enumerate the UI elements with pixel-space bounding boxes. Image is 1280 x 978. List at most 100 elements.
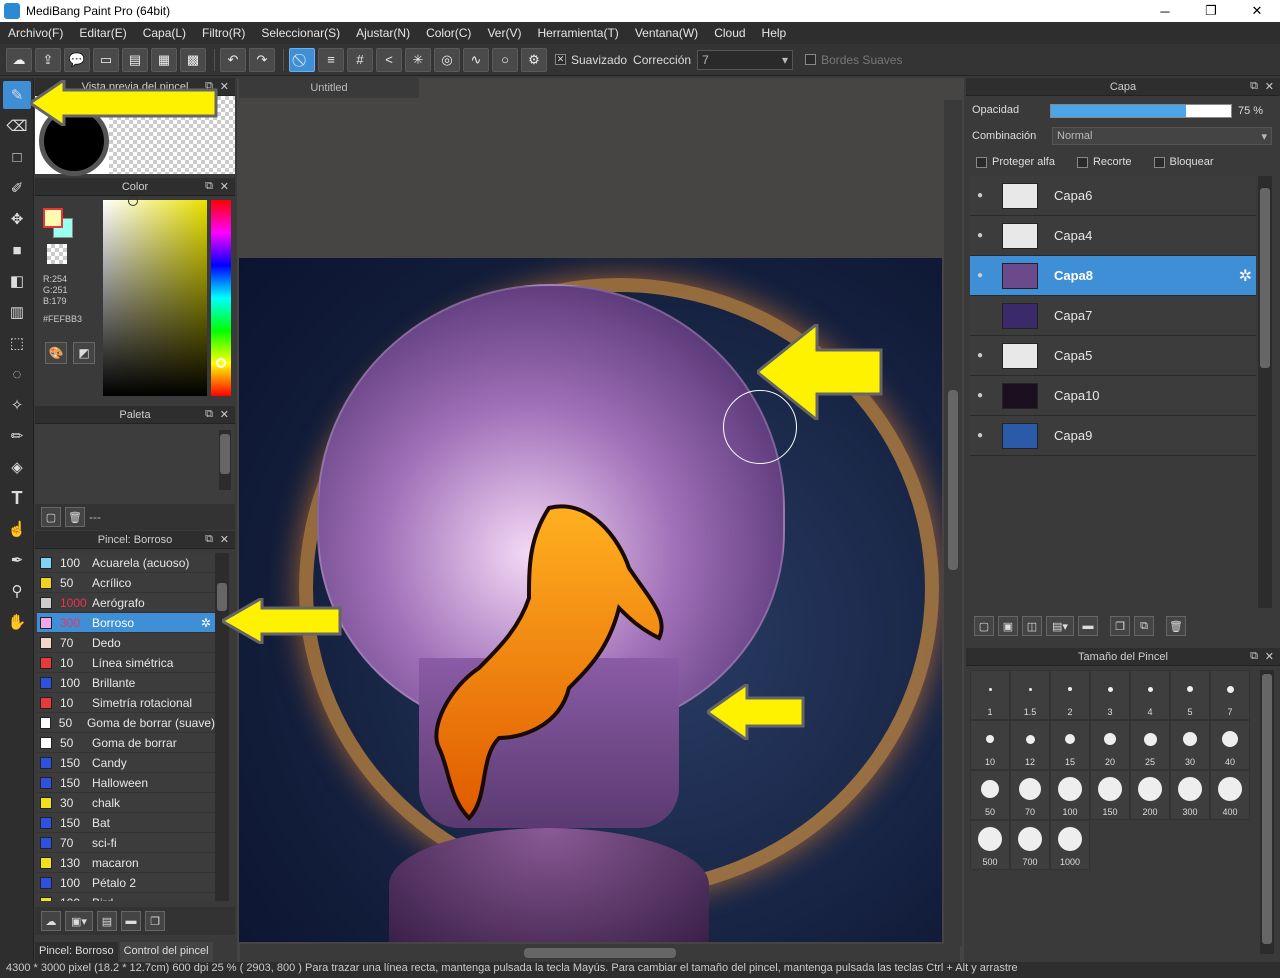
- brush-item[interactable]: 10 Línea simétrica: [37, 653, 215, 673]
- brush-item[interactable]: 50 Goma de borrar: [37, 733, 215, 753]
- menu-color[interactable]: Color(C): [418, 26, 479, 40]
- brush-size-cell[interactable]: 40: [1210, 720, 1250, 770]
- brush-folder-icon[interactable]: ▬: [121, 911, 141, 931]
- brush-item[interactable]: 50 Goma de borrar (suave): [37, 713, 215, 733]
- delete-palette-icon[interactable]: 🗑: [65, 507, 85, 527]
- brush-size-cell[interactable]: 70: [1010, 770, 1050, 820]
- opacity-slider[interactable]: [1050, 104, 1232, 118]
- visibility-icon[interactable]: ●: [970, 230, 990, 241]
- eraser-tool-icon[interactable]: ⌫: [3, 112, 31, 140]
- foreground-color-swatch[interactable]: [43, 208, 63, 228]
- fill-rect-tool-icon[interactable]: ■: [3, 236, 31, 264]
- bucket-tool-icon[interactable]: ◧: [3, 267, 31, 295]
- clip-checkbox[interactable]: Recorte: [1076, 156, 1132, 168]
- brush-size-scrollbar[interactable]: [1260, 670, 1274, 954]
- brush-size-cell[interactable]: 10: [970, 720, 1010, 770]
- transparent-swatch[interactable]: [47, 244, 67, 264]
- duplicate-brush-icon[interactable]: ❐: [145, 911, 165, 931]
- visibility-icon[interactable]: ●: [970, 390, 990, 401]
- magic-wand-tool-icon[interactable]: ✧: [3, 391, 31, 419]
- select-pen-tool-icon[interactable]: ✏: [3, 422, 31, 450]
- merge-layer-icon[interactable]: ⧉: [1134, 616, 1154, 636]
- restore-button[interactable]: ❐: [1188, 3, 1234, 19]
- gear-icon[interactable]: ✲: [1239, 266, 1252, 286]
- canvas-hscroll[interactable]: [240, 944, 960, 962]
- select-rect-tool-icon[interactable]: ⬚: [3, 329, 31, 357]
- float-icon[interactable]: ⧉: [1250, 650, 1258, 663]
- close-icon[interactable]: ✕: [220, 180, 229, 193]
- brush-item[interactable]: 300 Borroso ✲: [37, 613, 215, 633]
- protect-alpha-checkbox[interactable]: Proteger alfa: [976, 156, 1055, 168]
- menu-cloud[interactable]: Cloud: [706, 26, 753, 40]
- brush-item[interactable]: 130 macaron: [37, 853, 215, 873]
- palette-scroll-thumb[interactable]: [220, 434, 230, 474]
- palette-swatches-area[interactable]: [35, 424, 235, 504]
- brush-item[interactable]: 1000 Aerógrafo: [37, 593, 215, 613]
- saturation-value-field[interactable]: [103, 200, 207, 396]
- brush-size-cell[interactable]: 100: [1050, 770, 1090, 820]
- color-picker-icon[interactable]: ◩: [73, 342, 95, 364]
- canvas-vscroll-thumb[interactable]: [948, 390, 958, 570]
- move-tool-icon[interactable]: ✥: [3, 205, 31, 233]
- tab-brush[interactable]: Pincel: Borroso: [35, 942, 118, 962]
- palette-wheel-icon[interactable]: 🎨: [45, 342, 67, 364]
- brush-item[interactable]: 100 Acuarela (acuoso): [37, 553, 215, 573]
- layer-scroll-thumb[interactable]: [1260, 188, 1270, 368]
- brush-size-scroll-thumb[interactable]: [1262, 674, 1272, 944]
- brush-size-cell[interactable]: 12: [1010, 720, 1050, 770]
- layer-row[interactable]: Capa7: [970, 296, 1256, 336]
- cloud-brush-icon[interactable]: ☁: [41, 911, 61, 931]
- brush-size-cell[interactable]: 30: [1170, 720, 1210, 770]
- lock-checkbox[interactable]: Bloquear: [1153, 156, 1214, 168]
- visibility-icon[interactable]: ●: [970, 190, 990, 201]
- menu-seleccionar[interactable]: Seleccionar(S): [253, 26, 348, 40]
- grid-snap-icon[interactable]: #: [347, 47, 373, 72]
- message-icon[interactable]: ▭: [93, 47, 119, 72]
- close-icon[interactable]: ✕: [220, 533, 229, 546]
- parallel-snap-icon[interactable]: ≡: [318, 47, 344, 72]
- snap-off-icon[interactable]: ⃠: [289, 47, 315, 72]
- brush-size-cell[interactable]: 400: [1210, 770, 1250, 820]
- gradient-tool-icon[interactable]: ▥: [3, 298, 31, 326]
- brush-item[interactable]: 150 Bat: [37, 813, 215, 833]
- brush-item[interactable]: 100Bird: [37, 893, 215, 901]
- layer-row[interactable]: ● Capa10: [970, 376, 1256, 416]
- radial-snap-icon[interactable]: ✳: [405, 47, 431, 72]
- curve-snap-icon[interactable]: ∿: [463, 47, 489, 72]
- visibility-icon[interactable]: ●: [970, 270, 990, 281]
- new-8bit-layer-icon[interactable]: ◫: [1022, 616, 1042, 636]
- visibility-icon[interactable]: ●: [970, 430, 990, 441]
- brush-size-cell[interactable]: 300: [1170, 770, 1210, 820]
- brush-size-cell[interactable]: 25: [1130, 720, 1170, 770]
- brush-item[interactable]: 70 sci-fi: [37, 833, 215, 853]
- float-icon[interactable]: ⧉: [1250, 80, 1258, 93]
- brush-item[interactable]: 70 Dedo: [37, 633, 215, 653]
- grid-icon[interactable]: ▩: [180, 47, 206, 72]
- brush-item[interactable]: 100 Brillante: [37, 673, 215, 693]
- brush-size-cell[interactable]: 1000: [1050, 820, 1090, 870]
- menu-ver[interactable]: Ver(V): [479, 26, 529, 40]
- close-window-button[interactable]: ✕: [1234, 3, 1280, 19]
- canvas-area[interactable]: Untitled: [237, 78, 964, 962]
- document-tab[interactable]: Untitled: [239, 78, 419, 98]
- operation-tool-icon[interactable]: ☝: [3, 515, 31, 543]
- brush-size-cell[interactable]: 5: [1170, 670, 1210, 720]
- settings-icon[interactable]: ⚙: [521, 47, 547, 72]
- brush-item[interactable]: 10 Simetría rotacional: [37, 693, 215, 713]
- comment-icon[interactable]: 💬: [64, 47, 90, 72]
- brush-size-cell[interactable]: 700: [1010, 820, 1050, 870]
- new-layer-icon[interactable]: ▢: [974, 616, 994, 636]
- lasso-tool-icon[interactable]: ◌: [3, 360, 31, 388]
- redo-icon[interactable]: ↷: [249, 47, 275, 72]
- layer-folder-icon[interactable]: ▬: [1078, 616, 1098, 636]
- bordes-checkbox[interactable]: [805, 54, 817, 65]
- menu-capa[interactable]: Capa(L): [135, 26, 194, 40]
- close-icon[interactable]: ✕: [220, 80, 229, 93]
- undo-icon[interactable]: ↶: [220, 47, 246, 72]
- brush-size-cell[interactable]: 200: [1130, 770, 1170, 820]
- suavizado-checkbox[interactable]: ✕: [555, 54, 566, 65]
- layer-row[interactable]: ● Capa6: [970, 176, 1256, 216]
- hue-cursor[interactable]: [216, 358, 226, 368]
- brush-tool-icon[interactable]: ✎: [3, 81, 31, 109]
- canvas-hscroll-thumb[interactable]: [524, 948, 676, 958]
